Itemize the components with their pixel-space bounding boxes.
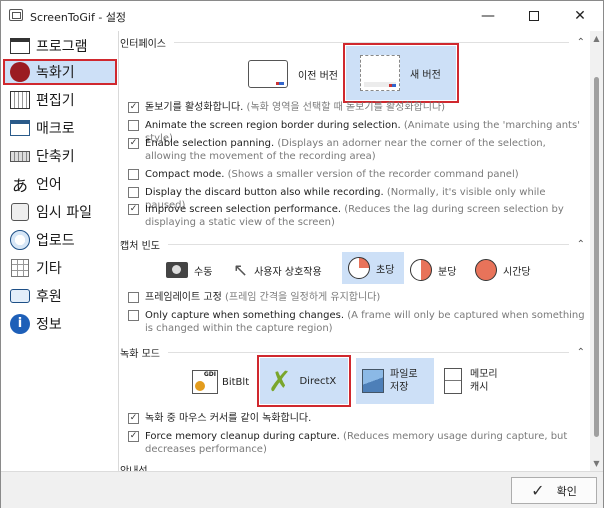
maximize-icon <box>529 11 539 21</box>
freq-per-hour-button[interactable]: 시간당 <box>475 257 531 283</box>
editor-icon <box>9 89 31 111</box>
sidebar-item-macro[interactable]: 매크로 <box>3 115 117 141</box>
recording-mode-section-header: 녹화 모드 ⌃ <box>120 347 585 360</box>
close-button[interactable]: ✕ <box>557 1 603 31</box>
checkbox[interactable]: ✓ <box>128 431 139 442</box>
sidebar-item-language[interactable]: あ 언어 <box>3 171 117 197</box>
sidebar-item-etc[interactable]: 기타 <box>3 255 117 281</box>
keyboard-icon <box>9 145 31 167</box>
option-fixed-framerate[interactable]: 프레임레이트 고정 (프레임 간격을 일정하게 유지합니다) <box>128 291 586 304</box>
clock-half-icon <box>410 259 432 281</box>
sidebar-item-donate[interactable]: 후원 <box>3 283 117 309</box>
checkbox[interactable]: ✓ <box>128 204 139 215</box>
option-magnifier[interactable]: ✓ 돋보기를 활성화합니다. (녹화 영역을 선택할 때 돋보기를 활성화합니다… <box>128 101 586 114</box>
sidebar-item-label: 업로드 <box>36 233 75 249</box>
checkbox[interactable] <box>128 292 139 303</box>
camera-icon <box>166 262 188 278</box>
sidebar-item-recorder[interactable]: 녹화기 <box>3 59 117 85</box>
freq-per-second-button[interactable]: 초당 <box>342 252 404 284</box>
settings-content: 인터페이스 ⌃ 이전 버전 새 버전 ✓ 돋보기를 활성화합니다. (녹화 영역을… <box>120 31 590 471</box>
cabinet-icon <box>444 368 462 394</box>
file-image-icon <box>362 369 384 393</box>
scroll-up-icon[interactable]: ▲ <box>592 34 601 43</box>
option-memory-cleanup[interactable]: ✓ Force memory cleanup during capture. (… <box>128 430 586 456</box>
mode-memory-cache-button[interactable]: 메모리 캐시 <box>444 363 498 399</box>
window-title: ScreenToGif - 설정 <box>30 11 127 24</box>
sidebar-item-label: 프로그램 <box>36 39 88 55</box>
mode-bitblt-button[interactable]: GDI BitBlt <box>192 365 249 399</box>
gdi-icon: GDI <box>192 370 218 394</box>
sidebar-item-label: 언어 <box>36 177 62 193</box>
capture-frequency-section-header: 캡처 빈도 ⌃ <box>120 239 585 252</box>
title-bar: ScreenToGif - 설정 — ✕ <box>1 1 603 31</box>
checkbox[interactable] <box>128 310 139 321</box>
checkbox[interactable] <box>128 169 139 180</box>
clock-full-icon <box>475 259 497 281</box>
sidebar-item-label: 기타 <box>36 261 62 277</box>
globe-icon <box>9 229 31 251</box>
scroll-down-icon[interactable]: ▼ <box>592 459 601 468</box>
interface-old-button[interactable]: 이전 버전 <box>248 55 348 93</box>
collapse-chevron-icon[interactable]: ⌃ <box>577 239 585 250</box>
sidebar-item-label: 후원 <box>36 289 62 305</box>
sidebar-item-label: 임시 파일 <box>36 205 92 221</box>
sidebar-item-label: 녹화기 <box>36 65 75 81</box>
sidebar-item-upload[interactable]: 업로드 <box>3 227 117 253</box>
sidebar-item-temp-files[interactable]: 임시 파일 <box>3 199 117 225</box>
ok-button[interactable]: ✓ 확인 <box>511 477 597 504</box>
sidebar-item-label: 편집기 <box>36 93 75 109</box>
option-record-cursor[interactable]: ✓ 녹화 중 마우스 커서를 같이 녹화합니다. <box>128 412 586 425</box>
sidebar-item-info[interactable]: i 정보 <box>3 311 117 337</box>
clock-quarter-icon <box>348 257 370 279</box>
highlight-box <box>257 355 351 407</box>
guide-section-header: 안내선 <box>120 462 585 471</box>
option-compact-mode[interactable]: Compact mode. (Shows a smaller version o… <box>128 168 586 181</box>
donate-icon <box>9 285 31 307</box>
minimize-button[interactable]: — <box>465 1 511 31</box>
cursor-icon: ↖ <box>233 259 249 281</box>
collapse-chevron-icon[interactable]: ⌃ <box>577 347 585 358</box>
sidebar-item-label: 정보 <box>36 317 62 333</box>
language-icon: あ <box>11 176 28 195</box>
sidebar-item-label: 매크로 <box>36 121 75 137</box>
footer-bar: ✓ 확인 <box>1 471 603 508</box>
grid-icon <box>9 257 31 279</box>
vertical-scrollbar[interactable]: ▲ ▼ <box>590 31 603 471</box>
sidebar-item-shortcuts[interactable]: 단축키 <box>3 143 117 169</box>
option-selection-performance[interactable]: ✓ Improve screen selection performance. … <box>128 203 586 229</box>
window-icon <box>9 35 31 57</box>
checkbox[interactable]: ✓ <box>128 138 139 149</box>
old-interface-icon <box>248 60 288 88</box>
settings-window: ScreenToGif - 설정 — ✕ 프로그램 녹화기 편집기 매크로 단축… <box>0 0 604 508</box>
sidebar-item-label: 단축키 <box>36 149 75 165</box>
app-icon <box>9 9 23 21</box>
close-icon: ✕ <box>574 8 586 24</box>
highlight-box <box>343 43 459 103</box>
freq-per-minute-button[interactable]: 분당 <box>410 257 456 283</box>
record-icon <box>9 61 31 83</box>
freq-manual-button[interactable]: 수동 <box>166 257 212 283</box>
checkbox[interactable]: ✓ <box>128 102 139 113</box>
collapse-chevron-icon[interactable]: ⌃ <box>577 37 585 48</box>
scrollbar-thumb[interactable] <box>594 77 599 437</box>
info-icon: i <box>9 313 31 335</box>
checkbox[interactable]: ✓ <box>128 413 139 424</box>
checkbox[interactable] <box>128 120 139 131</box>
settings-sidebar: 프로그램 녹화기 편집기 매크로 단축키 あ 언어 임시 파일 업로드 기타 후… <box>1 31 119 471</box>
sidebar-item-editor[interactable]: 편집기 <box>3 87 117 113</box>
macro-icon <box>9 117 31 139</box>
sidebar-item-program[interactable]: 프로그램 <box>3 33 117 59</box>
checkmark-icon: ✓ <box>531 481 545 500</box>
option-selection-panning[interactable]: ✓ Enable selection panning. (Displays an… <box>128 137 586 163</box>
freq-interaction-button[interactable]: ↖ 사용자 상호작용 <box>233 257 322 283</box>
mode-file-save-button[interactable]: 파일로 저장 <box>356 358 434 404</box>
checkbox[interactable] <box>128 187 139 198</box>
minimize-icon: — <box>481 8 495 24</box>
option-capture-on-change[interactable]: Only capture when something changes. (A … <box>128 309 586 335</box>
temp-files-icon <box>9 201 31 223</box>
maximize-button[interactable] <box>511 1 557 31</box>
